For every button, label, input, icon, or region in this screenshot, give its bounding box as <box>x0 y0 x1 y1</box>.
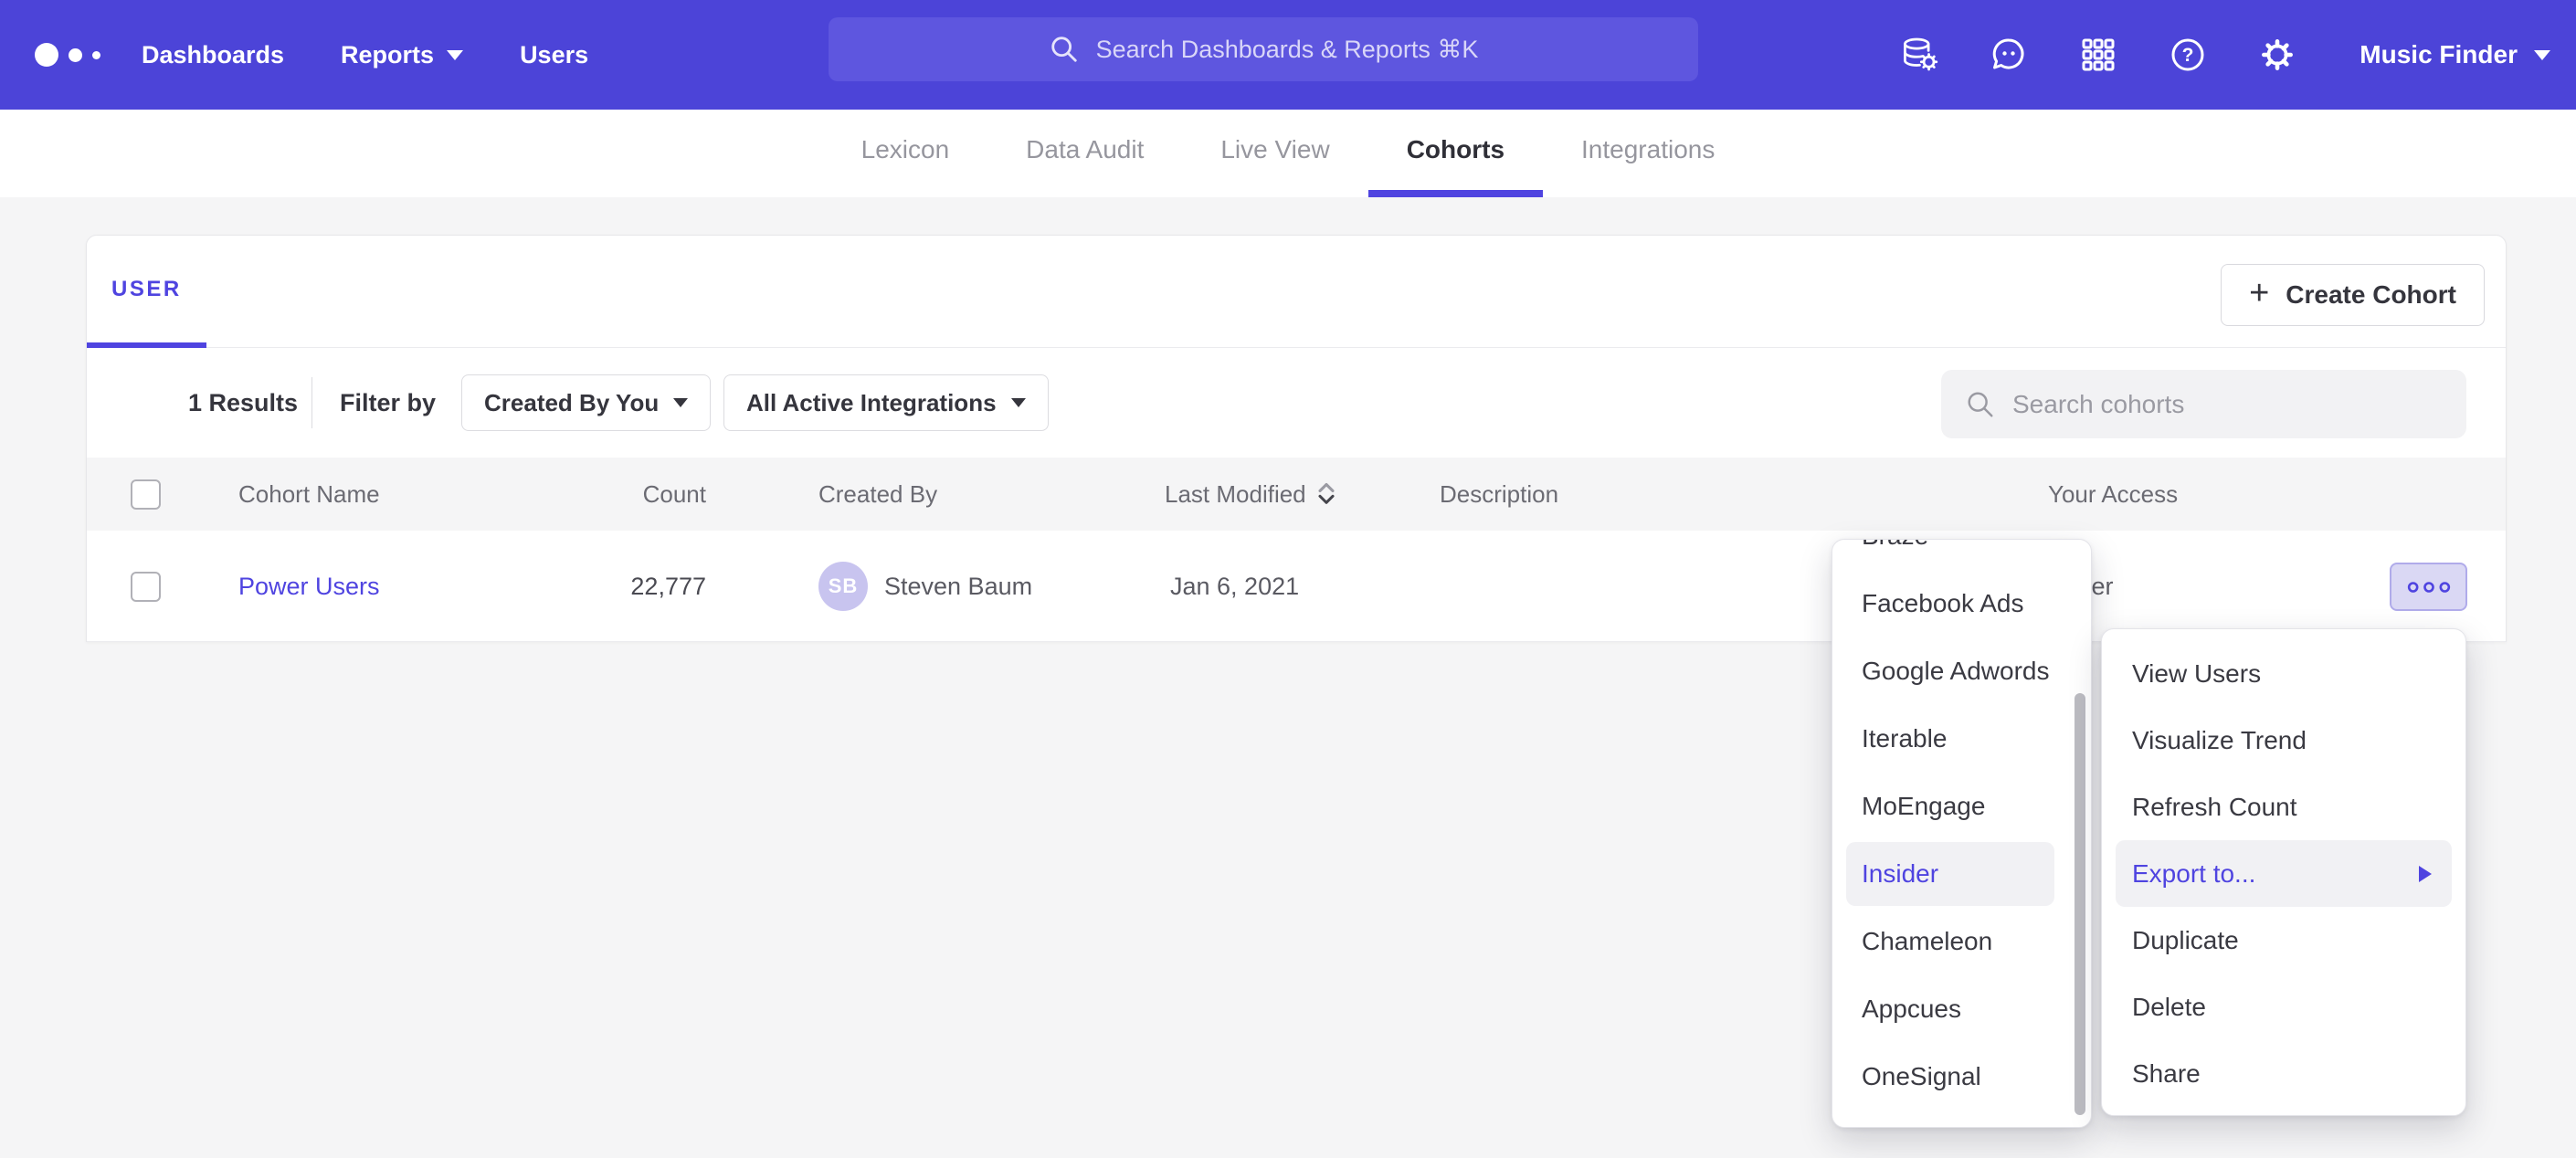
svg-text:?: ? <box>2182 45 2194 66</box>
submenu-item-iterable[interactable]: Iterable <box>1832 705 2091 773</box>
avatar: SB <box>818 562 868 611</box>
filter-by-label: Filter by <box>340 348 436 458</box>
menu-item-share[interactable]: Share <box>2102 1040 2465 1107</box>
more-options-button[interactable] <box>2390 563 2467 611</box>
search-icon <box>1965 389 1996 420</box>
column-header-created-by: Created By <box>818 458 937 531</box>
table-row: Power Users 22,777 SB Steven Baum Jan 6,… <box>87 531 2506 642</box>
menu-item-delete[interactable]: Delete <box>2102 974 2465 1040</box>
cohort-name-link[interactable]: Power Users <box>238 531 380 642</box>
results-count: 1 Results <box>188 348 298 458</box>
created-by-filter-label: Created By You <box>484 389 659 417</box>
submenu-item-chameleon[interactable]: Chameleon <box>1832 908 2091 975</box>
submenu-item-google-adwords[interactable]: Google Adwords <box>1832 637 2091 705</box>
mixpanel-logo[interactable] <box>35 0 100 110</box>
divider <box>311 377 312 428</box>
chevron-down-icon <box>673 398 688 407</box>
submenu-item-appcues[interactable]: Appcues <box>1832 975 2091 1043</box>
nav-reports[interactable]: Reports <box>341 41 463 69</box>
cohort-search-field <box>1941 370 2466 438</box>
tab-live-view[interactable]: Live View <box>1182 110 1367 197</box>
cohort-count: 22,777 <box>470 531 706 642</box>
tab-data-audit[interactable]: Data Audit <box>987 110 1182 197</box>
search-icon <box>1049 34 1080 65</box>
help-icon[interactable]: ? <box>2168 35 2208 75</box>
tab-cohorts[interactable]: Cohorts <box>1368 110 1543 197</box>
created-by-name: Steven Baum <box>884 573 1032 601</box>
global-search-placeholder: Search Dashboards & Reports ⌘K <box>1096 36 1479 64</box>
project-selector[interactable]: Music Finder <box>2360 40 2550 69</box>
row-checkbox[interactable] <box>131 572 161 602</box>
menu-item-visualize-trend[interactable]: Visualize Trend <box>2102 707 2465 774</box>
export-to-label: Export to... <box>2132 859 2255 889</box>
created-by-filter-dropdown[interactable]: Created By You <box>461 374 711 431</box>
column-header-last-modified[interactable]: Last Modified <box>1165 458 1337 531</box>
tab-user-cohorts[interactable]: USER <box>87 236 206 348</box>
created-by-cell: SB Steven Baum <box>818 531 1032 642</box>
submenu-item-insider[interactable]: Insider <box>1846 842 2054 906</box>
card-header: USER + Create Cohort <box>87 236 2506 348</box>
menu-item-view-users[interactable]: View Users <box>2102 640 2465 707</box>
create-cohort-button[interactable]: + Create Cohort <box>2221 264 2485 326</box>
top-nav-right: ? Music Finder <box>1899 0 2550 110</box>
apps-grid-icon[interactable] <box>2078 35 2118 75</box>
tab-integrations[interactable]: Integrations <box>1543 110 1753 197</box>
menu-item-export-to[interactable]: Export to... <box>2116 840 2452 907</box>
top-nav: Dashboards Reports Users Search Dashboar… <box>0 0 2576 110</box>
submenu-item-facebook-ads[interactable]: Facebook Ads <box>1832 570 2091 637</box>
last-modified-label: Last Modified <box>1165 480 1306 509</box>
logo-dot-medium <box>69 48 82 62</box>
cohort-search-input[interactable] <box>2012 390 2443 419</box>
submenu-item-moengage[interactable]: MoEngage <box>1832 773 2091 840</box>
integrations-filter-dropdown[interactable]: All Active Integrations <box>723 374 1049 431</box>
logo-dot-large <box>35 43 58 67</box>
column-header-cohort-name: Cohort Name <box>238 458 380 531</box>
primary-nav: Dashboards Reports Users <box>142 0 588 110</box>
filter-row: 1 Results Filter by Created By You All A… <box>87 348 2506 458</box>
select-all-checkbox[interactable] <box>131 479 161 510</box>
column-header-your-access: Your Access <box>2048 458 2178 531</box>
chevron-down-icon <box>1011 398 1026 407</box>
nav-reports-label: Reports <box>341 41 434 69</box>
nav-users[interactable]: Users <box>520 41 588 69</box>
create-cohort-label: Create Cohort <box>2286 280 2456 310</box>
more-options-icon <box>2405 578 2453 596</box>
nav-dashboards-label: Dashboards <box>142 41 284 69</box>
tab-lexicon[interactable]: Lexicon <box>823 110 988 197</box>
submenu-arrow-icon <box>2419 866 2432 882</box>
menu-item-duplicate[interactable]: Duplicate <box>2102 907 2465 974</box>
export-submenu: Braze Facebook Ads Google Adwords Iterab… <box>1832 539 2092 1128</box>
cohorts-card: USER + Create Cohort 1 Results Filter by… <box>86 235 2507 642</box>
chevron-down-icon <box>447 50 463 60</box>
sort-icon <box>1315 481 1337 507</box>
feedback-icon[interactable] <box>1989 35 2029 75</box>
submenu-scrollbar[interactable] <box>2075 693 2085 1115</box>
column-header-count: Count <box>470 458 706 531</box>
last-modified-value: Jan 6, 2021 <box>1170 531 1299 642</box>
nav-users-label: Users <box>520 41 588 69</box>
submenu-item-onesignal[interactable]: OneSignal <box>1832 1043 2091 1111</box>
nav-dashboards[interactable]: Dashboards <box>142 41 284 69</box>
table-header: Cohort Name Count Created By Last Modifi… <box>87 458 2506 531</box>
global-search-input[interactable]: Search Dashboards & Reports ⌘K <box>829 17 1698 81</box>
settings-gear-icon[interactable] <box>2257 35 2297 75</box>
section-tabbar: Lexicon Data Audit Live View Cohorts Int… <box>0 110 2576 197</box>
submenu-item-braze[interactable]: Braze <box>1832 539 2091 570</box>
project-name: Music Finder <box>2360 40 2518 69</box>
row-context-menu: View Users Visualize Trend Refresh Count… <box>2101 628 2466 1116</box>
column-header-description: Description <box>1440 458 1558 531</box>
data-management-icon[interactable] <box>1899 35 1939 75</box>
logo-dot-small <box>92 51 100 59</box>
menu-item-refresh-count[interactable]: Refresh Count <box>2102 774 2465 840</box>
chevron-down-icon <box>2534 50 2550 60</box>
integrations-filter-label: All Active Integrations <box>746 389 997 417</box>
plus-icon: + <box>2249 276 2269 311</box>
